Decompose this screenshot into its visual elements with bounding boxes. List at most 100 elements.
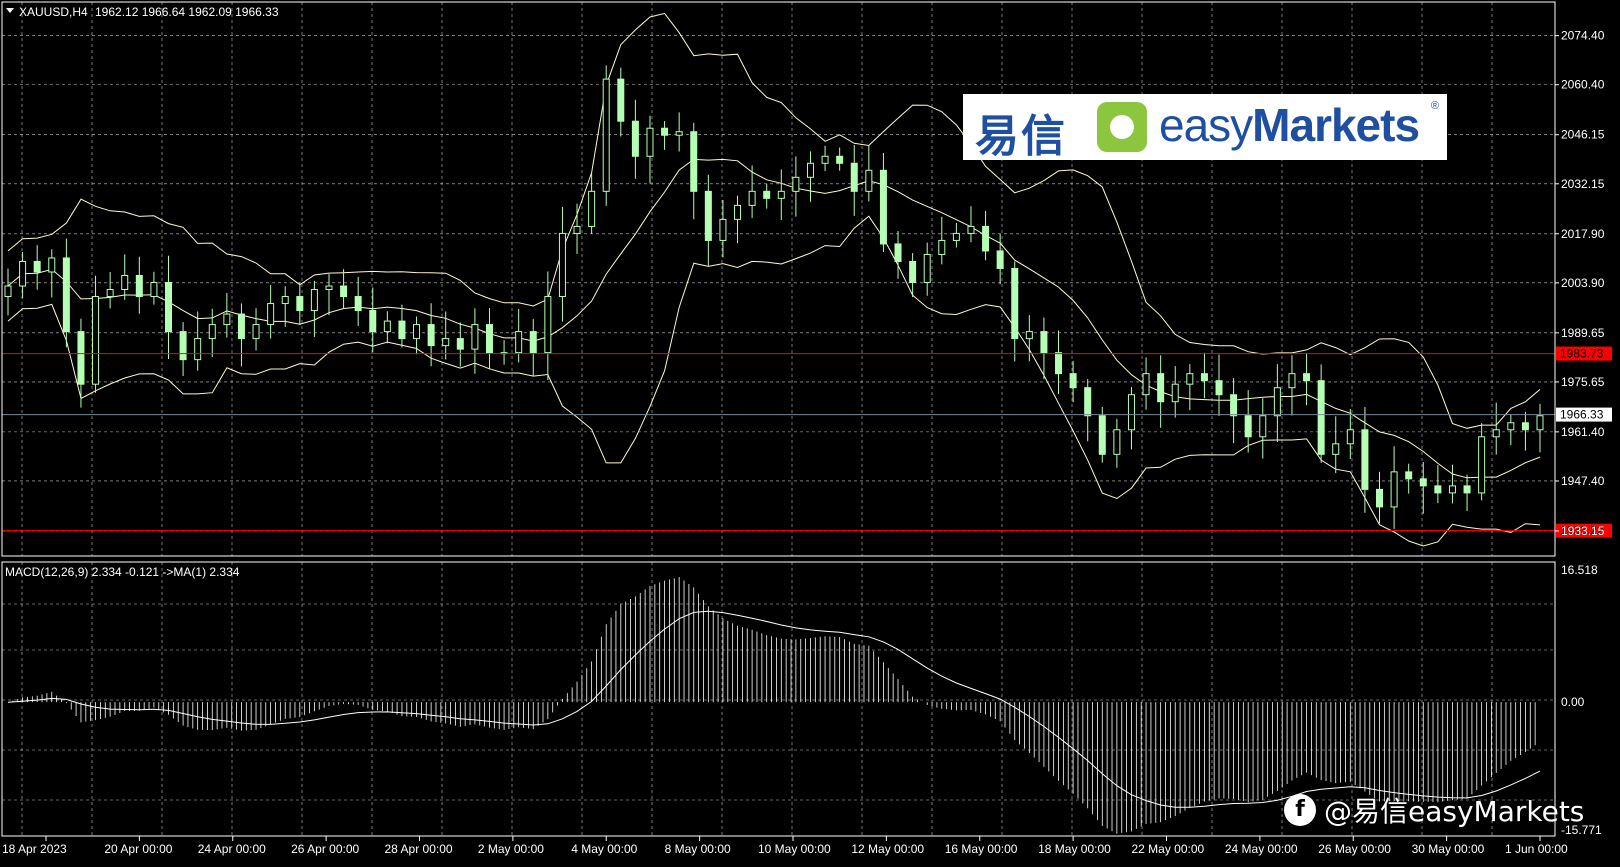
candle-body [1157, 373, 1165, 403]
candle-body [369, 310, 377, 333]
candle-body [792, 176, 800, 192]
candle-body [1317, 380, 1325, 455]
candle-body [1419, 478, 1427, 487]
candle-body [544, 296, 552, 354]
candle-body [996, 250, 1004, 269]
candle-body [806, 162, 814, 178]
macd-axis-label: 0.00 [1561, 695, 1585, 709]
candle-body [1084, 387, 1092, 417]
candle-body [1332, 443, 1340, 455]
candle-body [777, 190, 785, 199]
candle-body [850, 162, 858, 192]
logo-registered-mark: ® [1430, 100, 1439, 112]
candle-body [237, 313, 245, 340]
candle-body [1230, 394, 1238, 417]
candle-body [1127, 394, 1135, 431]
candle-body [92, 296, 100, 385]
candle-body [1273, 387, 1281, 417]
candle-body [354, 296, 362, 312]
candle-body [310, 289, 318, 312]
time-axis-label: 18 Apr 2023 [2, 842, 67, 856]
time-axis-label: 12 May 00:00 [851, 842, 924, 856]
candle-body [223, 313, 231, 326]
candle-body [121, 274, 129, 291]
candle-body [398, 320, 406, 340]
candle-body [704, 190, 712, 241]
candle-body [1215, 380, 1223, 396]
easymarkets-logo: 易信 easyMarkets ® [963, 94, 1447, 162]
candle-body [967, 225, 975, 234]
candle-body [208, 324, 216, 340]
time-axis-label: 10 May 00:00 [758, 842, 831, 856]
candle-body [1346, 429, 1354, 445]
candle-body [1113, 429, 1121, 455]
candle-body [952, 232, 960, 241]
time-axis-label: 1 Jun 00:00 [1505, 842, 1568, 856]
candle-body [19, 260, 27, 287]
candle-body [106, 289, 114, 298]
candle-body [33, 260, 41, 273]
macd-axis-label: 16.518 [1561, 563, 1598, 577]
price-axis-label: 2032.15 [1561, 177, 1605, 191]
time-axis-label: 16 May 00:00 [945, 842, 1018, 856]
candle-body [675, 131, 683, 136]
candle-body [150, 282, 158, 298]
candle-body [646, 127, 654, 157]
candle-body [588, 190, 596, 227]
ohlc-readout: 1962.12 1966.64 1962.09 1966.33 [95, 5, 279, 19]
candle-body [471, 324, 479, 350]
candle-body [1361, 429, 1369, 490]
candle-body [1200, 373, 1208, 382]
candle-body [1405, 471, 1413, 480]
price-axis-label: 2074.40 [1561, 29, 1605, 43]
candle-body [383, 320, 391, 333]
time-axis-label: 24 May 00:00 [1225, 842, 1298, 856]
candle-body [763, 190, 771, 199]
candle-body [719, 218, 727, 241]
logo-mark-icon [1097, 102, 1147, 152]
trading-terminal: 1983.73 1966.33 1933.22 2074.40 2060.40 2046… [0, 0, 1620, 862]
candle-body [617, 78, 625, 122]
price-axis-label: 2017.90 [1561, 227, 1605, 241]
candle-body [1142, 373, 1150, 396]
candle-body [1069, 373, 1077, 389]
candle-body [442, 338, 450, 347]
candle-body [4, 285, 12, 298]
candle-body [1288, 373, 1296, 389]
time-axis-label: 8 May 00:00 [665, 842, 731, 856]
candle-body [748, 190, 756, 206]
candle-body [1098, 415, 1106, 455]
price-axis-label: 2046.15 [1561, 128, 1605, 142]
time-axis-label: 18 May 00:00 [1038, 842, 1111, 856]
watermark-text: @易信easyMarkets [1324, 795, 1585, 828]
candle-body [413, 324, 421, 340]
candle-body [1303, 373, 1311, 382]
time-axis-label: 26 Apr 00:00 [291, 842, 359, 856]
price-axis-label: 1947.40 [1561, 474, 1605, 488]
candle-body [1536, 415, 1544, 431]
candle-body [340, 285, 348, 298]
candle-body [1244, 415, 1252, 438]
symbol-label: XAUUSD,H4 [19, 5, 88, 19]
candle-body [1186, 373, 1194, 385]
weibo-icon: f [1284, 794, 1316, 826]
candle-body [1507, 422, 1515, 431]
weibo-watermark: f @易信easyMarkets [1284, 790, 1584, 830]
candle-body [267, 303, 275, 326]
candle-body [135, 274, 143, 298]
candle-body [1521, 422, 1529, 431]
candle-body [1376, 488, 1384, 508]
logo-chinese-text: 易信 [975, 111, 1067, 162]
price-axis-label: 2060.40 [1561, 78, 1605, 92]
candle-body [894, 243, 902, 262]
macd-header: MACD(12,26,9) 2.334 -0.121 ->MA(1) 2.334 [5, 565, 240, 579]
candle-body [923, 253, 931, 284]
candle-body [252, 324, 260, 340]
price-axis-label: 1933.15 [1561, 524, 1605, 538]
candle-body [1040, 331, 1048, 354]
price-axis-label: 1975.65 [1561, 375, 1605, 389]
price-marker-label: 1966.33 [1560, 408, 1604, 422]
candle-body [879, 169, 887, 245]
candle-body [515, 331, 523, 354]
candle-body [281, 296, 289, 305]
